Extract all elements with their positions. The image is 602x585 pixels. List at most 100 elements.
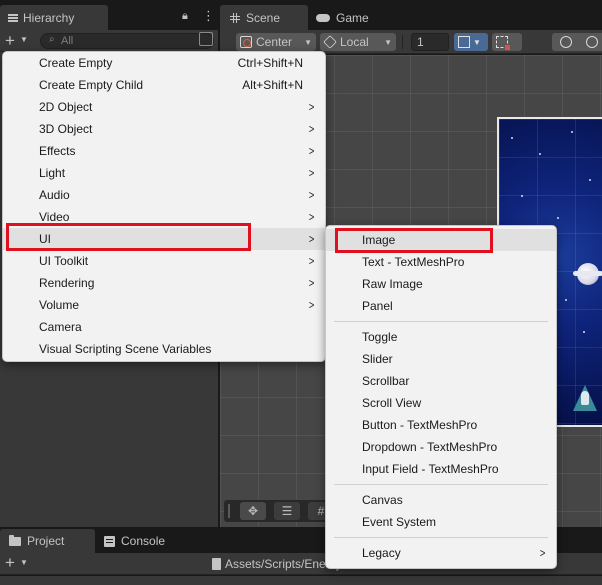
search-icon: ⌕ <box>49 34 55 45</box>
menu-item-ui-toolkit[interactable]: UI Toolkit > <box>3 250 325 272</box>
menu-item-label: 2D Object <box>39 100 93 114</box>
menu-item-scroll-view[interactable]: Scroll View <box>326 392 556 414</box>
hierarchy-search-field[interactable]: ⌕ <box>40 33 214 49</box>
chevron-down-icon[interactable]: ▼ <box>20 558 28 567</box>
menu-item-3d-object[interactable]: 3D Object > <box>3 118 325 140</box>
rect-tool-icon[interactable]: ☰ <box>274 502 300 520</box>
menu-item-button-textmeshpro[interactable]: Button - TextMeshPro <box>326 414 556 436</box>
star <box>571 131 573 133</box>
space-mode-dropdown[interactable]: Local ▼ <box>320 33 396 51</box>
menu-item-dropdown-textmeshpro[interactable]: Dropdown - TextMeshPro <box>326 436 556 458</box>
menu-item-label: Rendering <box>39 276 95 290</box>
menu-item-label: Create Empty Child <box>39 78 144 92</box>
menu-item-create-empty-child[interactable]: Create Empty Child Alt+Shift+N <box>3 74 325 96</box>
menu-item-label: Canvas <box>362 493 403 507</box>
tab-hierarchy[interactable]: Hierarchy <box>0 5 108 30</box>
enemy-sprite[interactable] <box>573 263 602 285</box>
chevron-right-icon: > <box>308 188 315 202</box>
globe-icon[interactable] <box>560 36 572 48</box>
menu-item-label: Visual Scripting Scene Variables <box>39 342 212 356</box>
chevron-down-icon: ▼ <box>473 37 481 47</box>
snap-icon <box>458 36 470 48</box>
menu-item-effects[interactable]: Effects > <box>3 140 325 162</box>
cube-icon <box>323 35 337 49</box>
space-mode-label: Local <box>340 35 369 49</box>
star <box>521 195 523 197</box>
menu-separator <box>334 321 548 322</box>
menu-item-2d-object[interactable]: 2D Object > <box>3 96 325 118</box>
view-options-group[interactable] <box>552 33 602 51</box>
menu-item-audio[interactable]: Audio > <box>3 184 325 206</box>
tab-scene-label: Scene <box>246 10 281 25</box>
add-object-button[interactable]: + <box>5 31 15 51</box>
grid-size-field[interactable]: 1 <box>411 33 449 51</box>
menu-item-label: Panel <box>362 299 393 313</box>
menu-item-create-empty[interactable]: Create Empty Ctrl+Shift+N <box>3 52 325 74</box>
grid-snap-toggle[interactable] <box>492 33 522 51</box>
snap-toggle[interactable]: ▼ <box>454 33 488 51</box>
pivot-mode-dropdown[interactable]: Center ▼ <box>236 33 316 51</box>
menu-item-input-field-textmeshpro[interactable]: Input Field - TextMeshPro <box>326 458 556 480</box>
search-input[interactable] <box>61 35 191 47</box>
menu-item-camera[interactable]: Camera <box>3 316 325 338</box>
hierarchy-tab-bar: Hierarchy 🔒︎ ⋮ <box>0 0 218 30</box>
menu-item-label: Raw Image <box>362 277 423 291</box>
menu-item-label: Input Field - TextMeshPro <box>362 462 499 476</box>
menu-item-rendering[interactable]: Rendering > <box>3 272 325 294</box>
menu-item-label: Video <box>39 210 70 224</box>
menu-item-event-system[interactable]: Event System <box>326 511 556 533</box>
menu-item-light[interactable]: Light > <box>3 162 325 184</box>
menu-item-label: Slider <box>362 352 393 366</box>
chevron-right-icon: > <box>539 546 546 560</box>
create-asset-button[interactable]: + <box>5 553 15 573</box>
scene-visibility-icon[interactable] <box>199 32 213 46</box>
ui-submenu: Image Text - TextMeshPro Raw Image Panel… <box>325 225 557 569</box>
chevron-right-icon: > <box>308 210 315 224</box>
menu-item-legacy[interactable]: Legacy > <box>326 542 556 564</box>
chevron-right-icon: > <box>308 100 315 114</box>
menu-item-volume[interactable]: Volume > <box>3 294 325 316</box>
star <box>557 217 559 219</box>
annotation-highlight-ui <box>6 223 251 251</box>
tab-game[interactable]: Game <box>316 5 369 30</box>
menu-item-label: UI Toolkit <box>39 254 89 268</box>
shortcut-text: Ctrl+Shift+N <box>237 56 303 70</box>
tab-console[interactable]: Console <box>104 529 165 553</box>
chevron-down-icon: ▼ <box>384 37 392 47</box>
console-icon <box>104 535 115 547</box>
chevron-down-icon[interactable]: ▼ <box>20 35 28 44</box>
tab-project[interactable]: Project <box>0 529 95 553</box>
menu-item-toggle[interactable]: Toggle <box>326 326 556 348</box>
star <box>539 153 541 155</box>
menu-item-label: Audio <box>39 188 70 202</box>
move-tool-icon[interactable]: ✥ <box>240 502 266 520</box>
tab-project-label: Project <box>27 534 65 548</box>
menu-item-text-textmeshpro[interactable]: Text - TextMeshPro <box>326 251 556 273</box>
menu-item-slider[interactable]: Slider <box>326 348 556 370</box>
more-options-icon[interactable]: ⋮ <box>202 8 215 24</box>
menu-item-scrollbar[interactable]: Scrollbar <box>326 370 556 392</box>
chevron-right-icon: > <box>308 254 315 268</box>
scene-gizmo-toolbar: ✥ ☰ # <box>224 500 334 522</box>
chevron-right-icon: > <box>308 276 315 290</box>
grid-snap-icon <box>496 36 510 50</box>
menu-item-canvas[interactable]: Canvas <box>326 489 556 511</box>
pivot-mode-label: Center <box>256 35 293 49</box>
script-file-icon <box>212 558 221 570</box>
lock-icon[interactable]: 🔒︎ <box>182 10 188 23</box>
menu-item-visual-scripting-scene-variables[interactable]: Visual Scripting Scene Variables <box>3 338 325 360</box>
menu-item-panel[interactable]: Panel <box>326 295 556 317</box>
globe-icon[interactable] <box>586 36 598 48</box>
tab-scene[interactable]: Scene <box>220 5 308 30</box>
tab-hierarchy-label: Hierarchy <box>23 10 75 25</box>
toolbar-divider <box>402 35 403 49</box>
chevron-right-icon: > <box>308 166 315 180</box>
chevron-right-icon: > <box>308 144 315 158</box>
chevron-right-icon: > <box>308 122 315 136</box>
menu-item-label: Dropdown - TextMeshPro <box>362 440 498 454</box>
drag-handle[interactable] <box>228 504 230 518</box>
menu-item-label: Button - TextMeshPro <box>362 418 478 432</box>
project-browser[interactable] <box>0 576 602 585</box>
menu-item-raw-image[interactable]: Raw Image <box>326 273 556 295</box>
player-ship-sprite[interactable] <box>567 385 602 413</box>
